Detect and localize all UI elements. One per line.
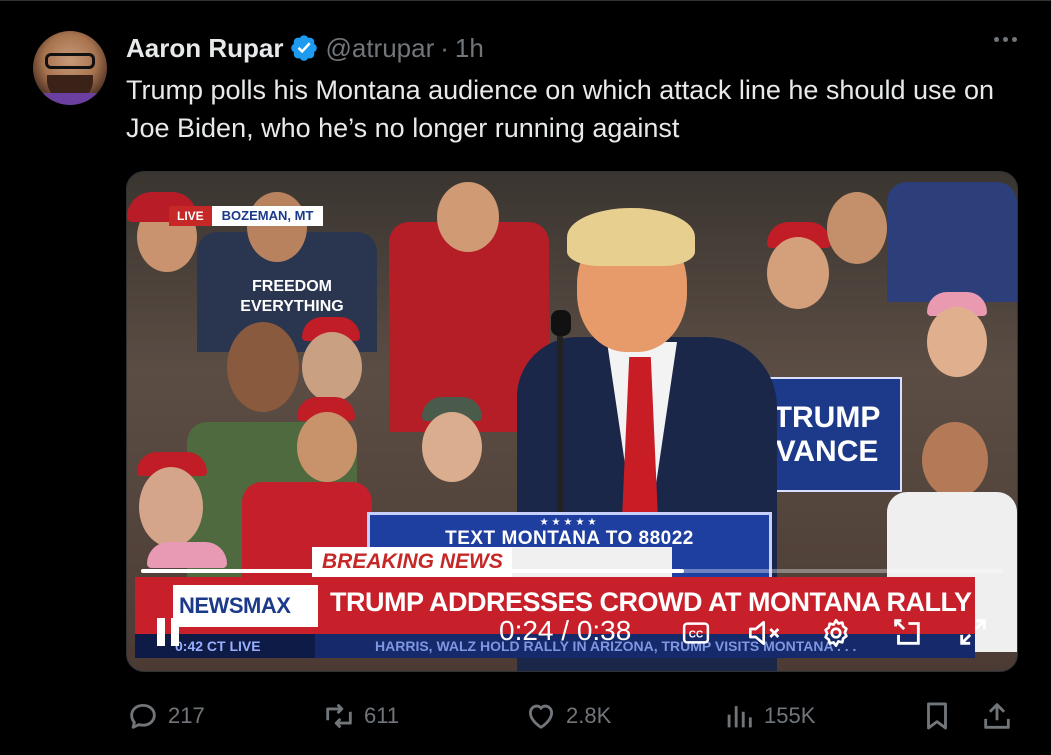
tweet-header: Aaron Rupar @atrupar · 1h xyxy=(126,31,484,65)
share-button[interactable] xyxy=(980,699,1014,733)
like-count: 2.8K xyxy=(566,703,612,728)
video-progress-fill xyxy=(141,569,685,573)
live-tag: LIVE xyxy=(169,206,212,226)
location-city: BOZEMAN, MT xyxy=(211,206,324,226)
tweet: Aaron Rupar @atrupar · 1h Trump polls hi… xyxy=(0,0,1051,755)
views-icon xyxy=(727,706,752,728)
crowd-shirt-text: FREEDOM EVERYTHING xyxy=(240,278,344,315)
pause-icon[interactable] xyxy=(153,615,183,649)
timestamp[interactable]: 1h xyxy=(455,33,484,64)
repost-button[interactable]: 611 xyxy=(322,699,399,733)
video-player[interactable]: LIVE BOZEMAN, MT FREEDOM EVERYTHING TRUM… xyxy=(126,171,1018,672)
podium-stars: ★★★★★ xyxy=(539,517,600,528)
reply-icon xyxy=(130,703,156,729)
view-count: 155K xyxy=(764,703,816,728)
tweet-text: Trump polls his Montana audience on whic… xyxy=(126,75,995,143)
svg-text:CC: CC xyxy=(689,629,703,640)
settings-icon[interactable] xyxy=(819,617,853,649)
pip-icon[interactable] xyxy=(889,615,925,649)
microphone xyxy=(557,312,563,512)
author-name[interactable]: Aaron Rupar xyxy=(126,33,283,64)
repost-count: 611 xyxy=(364,703,400,728)
video-timecode: 0:24 / 0:38 xyxy=(499,615,632,646)
reply-count: 217 xyxy=(168,703,205,728)
separator-dot: · xyxy=(440,32,449,63)
location-bug: LIVE BOZEMAN, MT xyxy=(169,206,324,226)
fullscreen-icon[interactable] xyxy=(955,615,991,649)
tweet-actions: 217 611 2.8K 155K xyxy=(126,695,1026,739)
avatar[interactable] xyxy=(33,31,107,105)
bookmark-icon xyxy=(927,702,947,730)
mute-icon[interactable] xyxy=(745,617,785,649)
microphone-head xyxy=(551,310,571,336)
repost-icon xyxy=(326,703,352,729)
verified-badge-icon[interactable] xyxy=(289,33,319,63)
share-icon xyxy=(984,703,1010,729)
views-button[interactable]: 155K xyxy=(722,699,815,733)
author-handle[interactable]: @atrupar xyxy=(325,33,434,64)
captions-icon[interactable]: CC xyxy=(680,617,712,649)
heart-icon xyxy=(528,704,554,729)
more-options-icon[interactable] xyxy=(994,37,1017,42)
video-controls: 0:24 / 0:38 CC xyxy=(127,607,1017,659)
video-progress-bar[interactable] xyxy=(141,569,1003,573)
reply-button[interactable]: 217 xyxy=(126,699,205,733)
like-button[interactable]: 2.8K xyxy=(524,699,611,733)
bookmark-button[interactable] xyxy=(920,699,954,733)
